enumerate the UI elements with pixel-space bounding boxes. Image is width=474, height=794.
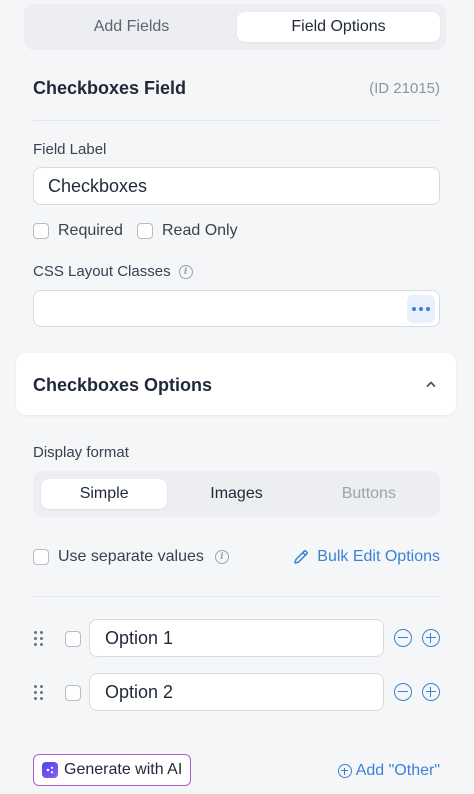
format-simple[interactable]: Simple (41, 479, 168, 509)
read-only-label: Read Only (162, 222, 238, 239)
pencil-icon (294, 550, 309, 564)
display-format-selector: Simple Images Buttons (33, 471, 440, 517)
info-icon[interactable]: i (214, 550, 229, 564)
field-title: Checkboxes Field (33, 78, 187, 98)
required-option[interactable]: Required (33, 222, 123, 240)
generate-with-ai-button[interactable]: Generate with AI (33, 754, 192, 786)
required-checkbox[interactable] (33, 223, 49, 239)
css-classes-caption: CSS Layout Classes (33, 263, 171, 280)
add-other-label: Add "Other" (355, 762, 440, 779)
divider (33, 596, 440, 597)
css-classes-caption-row: CSS Layout Classes i (33, 263, 193, 280)
option-value-input[interactable] (89, 673, 384, 711)
drag-handle-icon[interactable] (33, 630, 45, 648)
display-format-caption: Display format (33, 444, 129, 461)
css-classes-input[interactable] (33, 290, 440, 327)
minus-circle-icon[interactable] (394, 683, 412, 701)
more-dots-icon[interactable] (407, 295, 435, 323)
info-icon[interactable]: i (178, 264, 193, 279)
tab-field-options[interactable]: Field Options (237, 12, 440, 42)
tab-add-fields[interactable]: Add Fields (30, 12, 233, 42)
drag-handle-icon[interactable] (33, 684, 45, 702)
option-default-checkbox[interactable] (65, 685, 81, 701)
generate-with-ai-label: Generate with AI (64, 761, 183, 778)
add-other-link[interactable]: Add "Other" (337, 762, 440, 780)
field-id: (ID 21015) (369, 80, 440, 97)
separate-values-checkbox[interactable] (33, 549, 49, 565)
option-value-input[interactable] (89, 619, 384, 657)
plus-circle-icon (337, 764, 352, 778)
separate-values-option[interactable]: Use separate values i (33, 548, 229, 566)
plus-circle-icon[interactable] (422, 629, 440, 647)
bulk-edit-options-link[interactable]: Bulk Edit Options (292, 548, 440, 566)
plus-circle-icon[interactable] (422, 683, 440, 701)
option-default-checkbox[interactable] (65, 631, 81, 647)
read-only-checkbox[interactable] (137, 223, 153, 239)
required-label: Required (58, 222, 123, 239)
list-item (33, 619, 443, 657)
field-label-caption: Field Label (33, 141, 107, 158)
divider (33, 120, 440, 121)
separate-values-label: Use separate values (58, 548, 204, 565)
field-label-input[interactable] (33, 167, 440, 205)
options-section-header[interactable]: Checkboxes Options (16, 353, 456, 415)
options-section-title: Checkboxes Options (33, 375, 213, 395)
minus-circle-icon[interactable] (394, 629, 412, 647)
ai-sparkle-icon (42, 762, 58, 778)
panel-tabs: Add Fields Field Options (24, 4, 446, 50)
format-buttons[interactable]: Buttons (306, 479, 432, 509)
format-images[interactable]: Images (173, 479, 299, 509)
list-item (33, 673, 443, 711)
bulk-edit-label: Bulk Edit Options (317, 548, 440, 565)
chevron-up-icon[interactable] (424, 377, 438, 391)
read-only-option[interactable]: Read Only (137, 222, 238, 240)
